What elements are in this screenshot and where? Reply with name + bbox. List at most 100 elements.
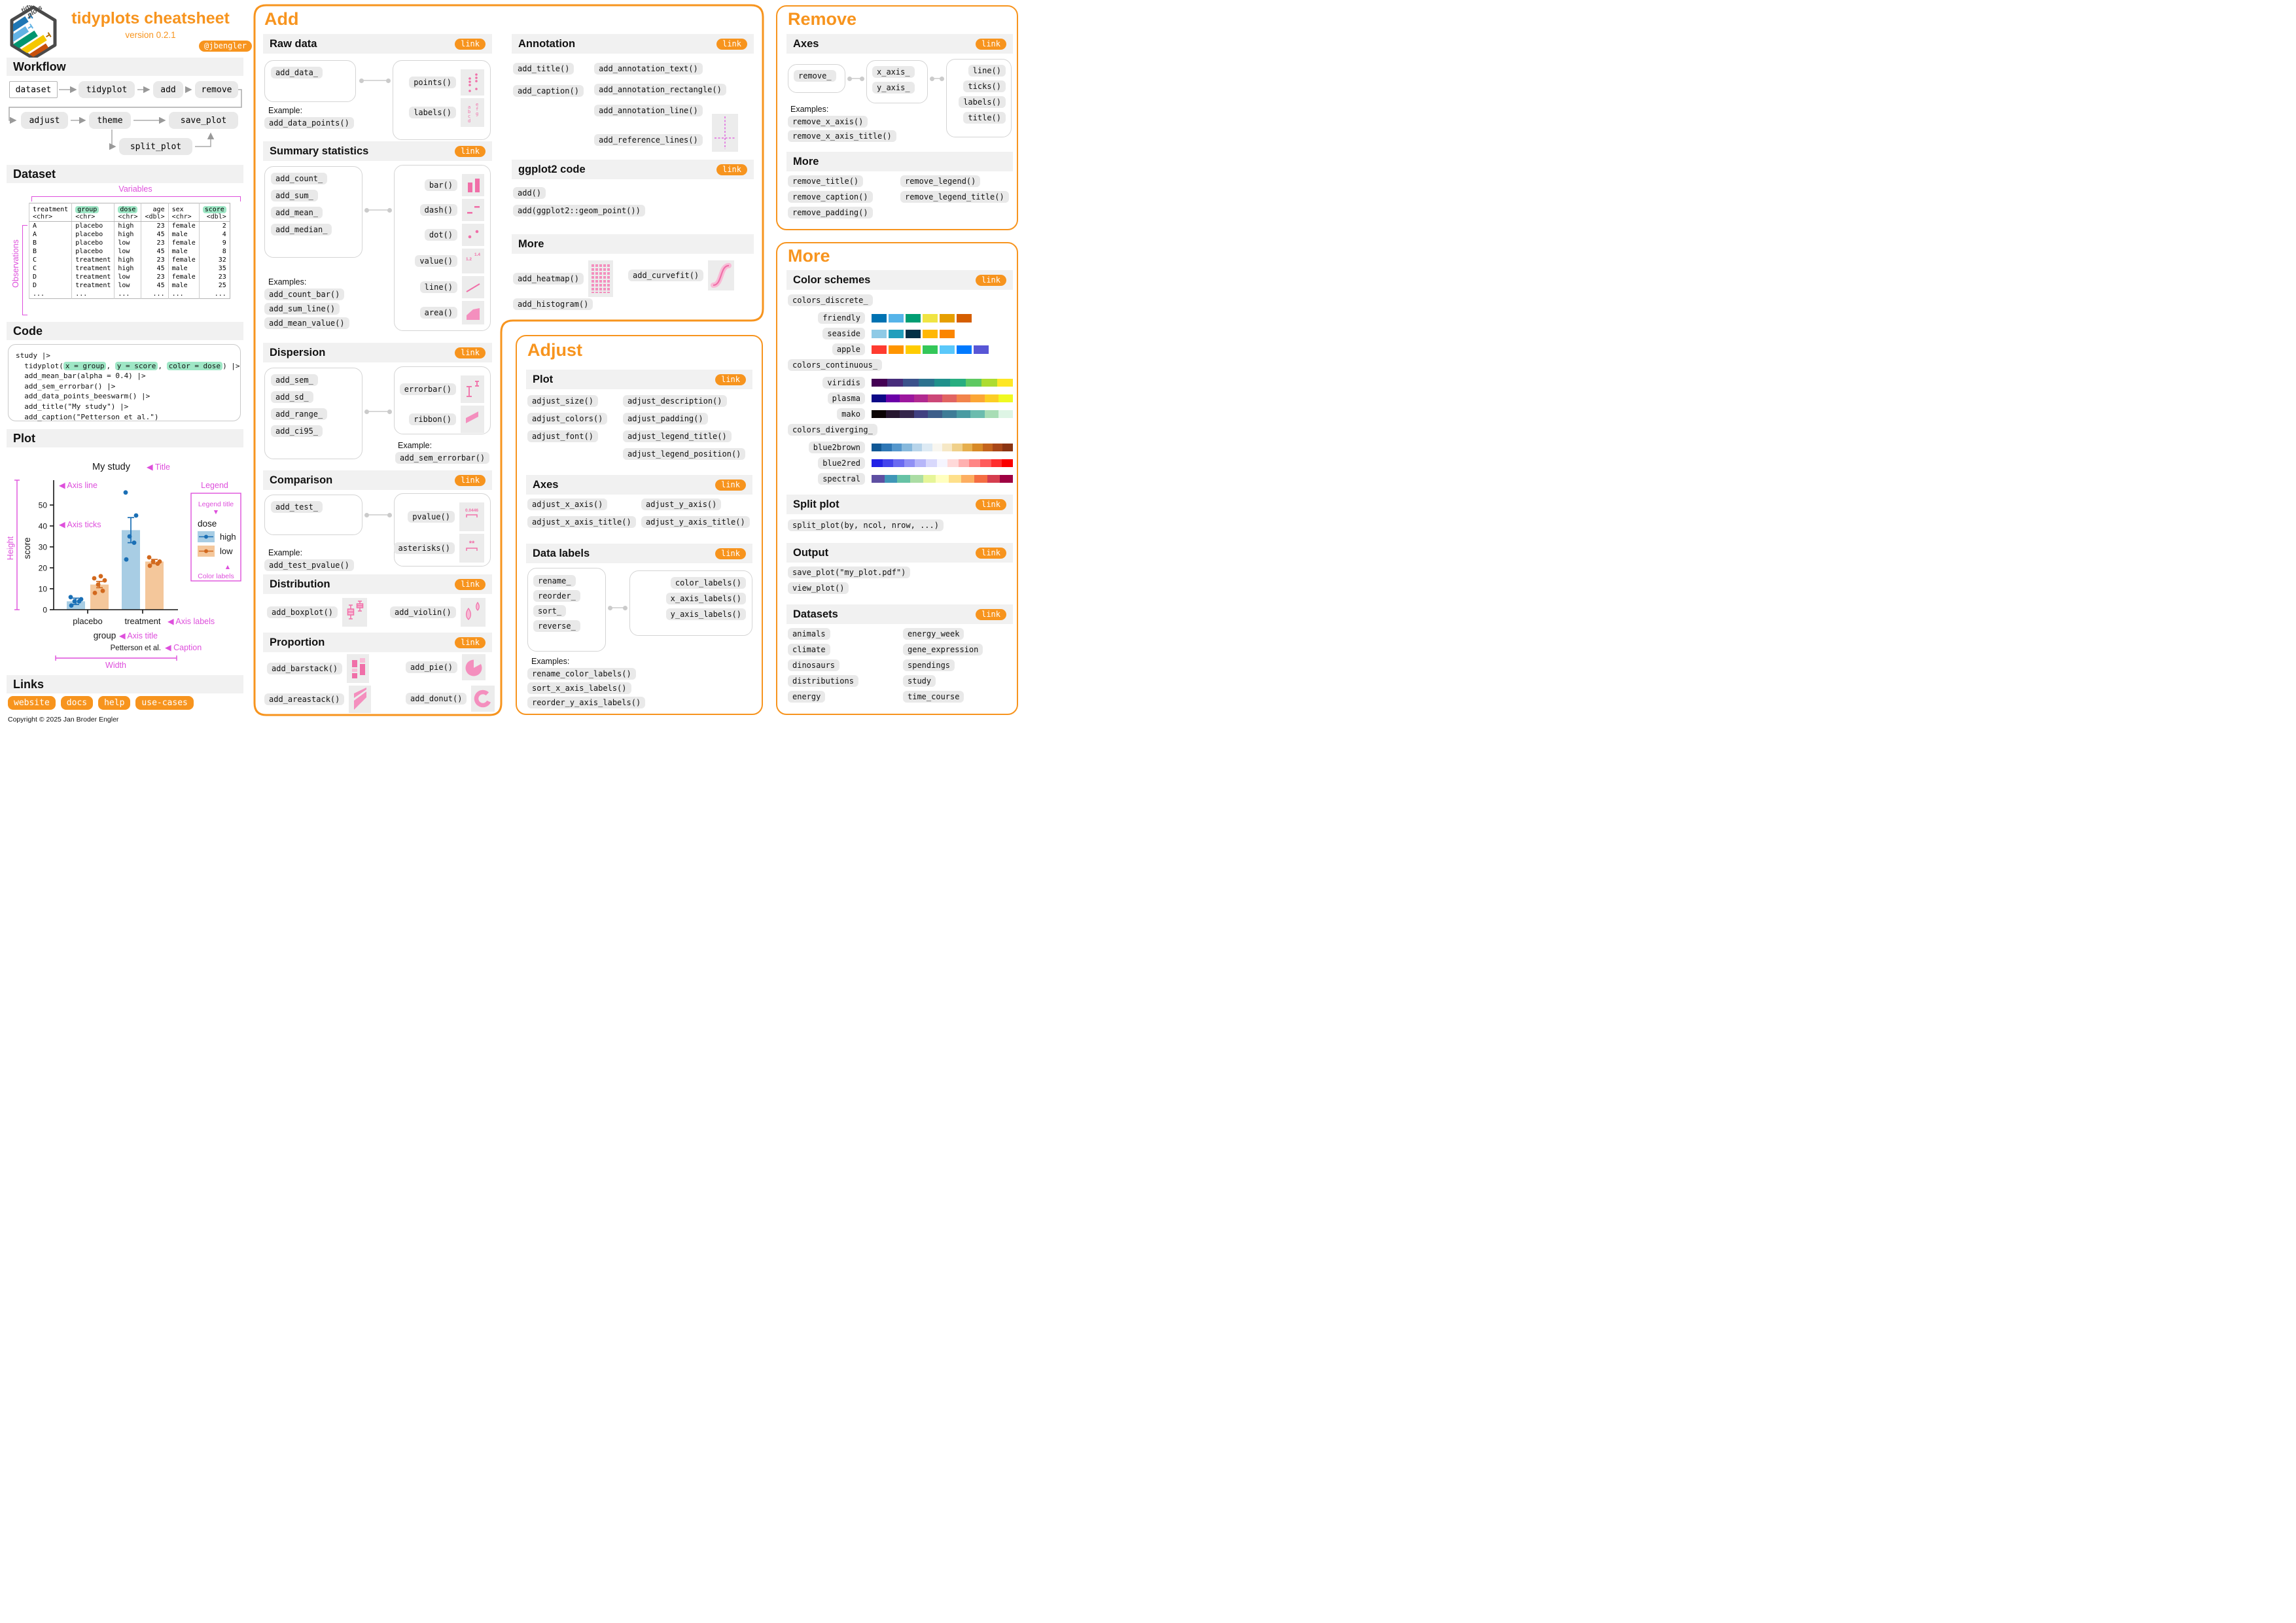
violin-icon — [460, 598, 486, 627]
dispersion-link-badge[interactable]: link — [455, 347, 486, 358]
link-pill[interactable]: website — [8, 696, 56, 710]
svg-text:d: d — [468, 118, 470, 124]
code-pill: distributions — [788, 675, 858, 687]
boxplot-icon — [342, 598, 367, 627]
dataset-header: Dataset — [7, 165, 243, 183]
comparison-targets-box: pvalue() 0.0446 asterisks() ** — [393, 493, 491, 567]
palette-swatches — [872, 345, 989, 354]
output-items: save_plot("my_plot.pdf") view_plot() — [788, 567, 911, 594]
link-pill[interactable]: use-cases — [135, 696, 194, 710]
code-pill: add_mean_ — [271, 207, 323, 218]
connector — [847, 76, 864, 81]
ribbon-icon — [461, 406, 484, 433]
code-pill: y_axis_labels() — [665, 608, 746, 620]
workflow-node-adjust: adjust — [21, 112, 68, 129]
connector — [364, 207, 392, 213]
svg-text:◀ Axis title: ◀ Axis title — [119, 631, 158, 640]
remove-axes-link-badge[interactable]: link — [976, 38, 1006, 50]
code-pill: adjust_x_axis_title() — [527, 516, 636, 528]
link-pill[interactable]: help — [98, 696, 131, 710]
code-pill: reverse_ — [533, 620, 580, 632]
code-pill: remove_legend() — [900, 175, 981, 187]
connector — [364, 409, 392, 414]
summary-link-badge[interactable]: link — [455, 145, 486, 157]
links-header: Links — [7, 675, 243, 693]
ggplot2-items: add()add(ggplot2::geom_point()) — [513, 187, 645, 217]
raw-data-source-box: add_data_ — [264, 60, 356, 102]
area-icon — [462, 301, 484, 324]
comparison-link-badge[interactable]: link — [455, 474, 486, 486]
svg-text:0.0446: 0.0446 — [465, 508, 478, 513]
svg-text:Legend: Legend — [201, 481, 228, 490]
code-pill: reorder_y_axis_labels() — [527, 697, 646, 708]
colors-discrete-label: colors_discrete_ — [788, 294, 873, 306]
data-labels-link-badge[interactable]: link — [715, 548, 746, 559]
color-schemes-link-badge[interactable]: link — [976, 274, 1006, 286]
svg-text:score: score — [22, 537, 32, 559]
palette-gradient — [872, 459, 1013, 467]
code-pill: add_test_pvalue() — [264, 559, 354, 571]
code-pill: value() — [415, 255, 457, 267]
code-pill: remove_title() — [788, 175, 864, 187]
palette-swatches — [872, 313, 972, 323]
code-pill: add(ggplot2::geom_point()) — [513, 205, 645, 217]
svg-text:low: low — [220, 546, 233, 556]
author-handle-badge[interactable]: @jbengler — [199, 41, 253, 52]
palette-name-pill: blue2red — [818, 457, 865, 469]
dispersion-source-box: add_sem_ add_sd_ add_range_ add_ci95_ — [264, 368, 362, 459]
code-pill: split_plot(by, ncol, nrow, ...) — [788, 519, 944, 531]
raw-data-link-badge[interactable]: link — [455, 38, 486, 50]
code-pill: add_sem_errorbar() — [395, 452, 490, 464]
code-pill: adjust_y_axis_title() — [641, 516, 750, 528]
donut-item: add_donut() — [406, 686, 495, 712]
svg-text:50: 50 — [39, 501, 48, 510]
proportion-header: Proportion link — [263, 633, 492, 652]
code-pill: adjust_size() — [527, 395, 598, 407]
code-pill: rename_color_labels() — [527, 668, 636, 680]
code-pill: add_sum_ — [271, 190, 318, 201]
code-pill: add_pie() — [406, 661, 458, 673]
remove-more-col2: remove_legend() remove_legend_title() — [900, 175, 1009, 203]
code-pill: animals — [788, 628, 830, 640]
split-plot-link-badge[interactable]: link — [976, 498, 1006, 510]
pvalue-icon: 0.0446 — [459, 502, 484, 531]
output-link-badge[interactable]: link — [976, 547, 1006, 559]
remove-more-header: More — [786, 152, 1013, 171]
code-pill: sort_ — [533, 605, 567, 617]
adjust-axes-link-badge[interactable]: link — [715, 479, 746, 491]
value-icon: 1.21.4 — [462, 249, 484, 273]
code-pill: add_range_ — [271, 408, 328, 420]
svg-text:1.2: 1.2 — [466, 257, 472, 262]
link-pill[interactable]: docs — [60, 696, 94, 710]
remove-axes-header: Axes link — [786, 34, 1013, 54]
summary-source-box: add_count_ add_sum_ add_mean_ add_median_ — [264, 166, 362, 258]
svg-text:20: 20 — [39, 564, 48, 573]
distribution-link-badge[interactable]: link — [455, 578, 486, 590]
code-pill: adjust_legend_position() — [623, 448, 746, 460]
palette-name-pill: apple — [832, 343, 865, 355]
datasets-header: Datasets link — [786, 604, 1013, 624]
palette-row-friendly: friendly — [788, 312, 1013, 324]
raw-data-targets-box: points() labels() abcdefg — [393, 60, 491, 140]
annotated-bar-chart: Height 0 10 20 30 40 50 score placebo treatment My… — [6, 462, 241, 670]
code-pill: spendings — [903, 659, 955, 671]
svg-text:high: high — [220, 532, 236, 542]
reference-lines-icon — [711, 114, 738, 152]
code-pill: add_annotation_text() — [594, 63, 703, 75]
annotation-link-badge[interactable]: link — [716, 38, 747, 50]
distribution-header: Distribution link — [263, 574, 492, 594]
palette-name-pill: plasma — [827, 393, 865, 404]
palette-row-seaside: seaside — [788, 328, 1013, 340]
adjust-plot-link-badge[interactable]: link — [715, 374, 746, 385]
code-pill: add() — [513, 187, 546, 199]
donut-icon — [471, 686, 495, 712]
svg-text:Width: Width — [105, 661, 126, 670]
datasets-link-badge[interactable]: link — [976, 608, 1006, 620]
adjust-plot-col1: adjust_size() adjust_colors() adjust_font(… — [527, 395, 608, 442]
example-label: Example: — [268, 548, 303, 557]
plot-header: Plot — [7, 429, 243, 447]
remove-targets: line() ticks() labels() title() — [952, 65, 1006, 124]
bar-icon — [462, 174, 484, 196]
ggplot2-link-badge[interactable]: link — [716, 164, 747, 175]
proportion-link-badge[interactable]: link — [455, 637, 486, 648]
